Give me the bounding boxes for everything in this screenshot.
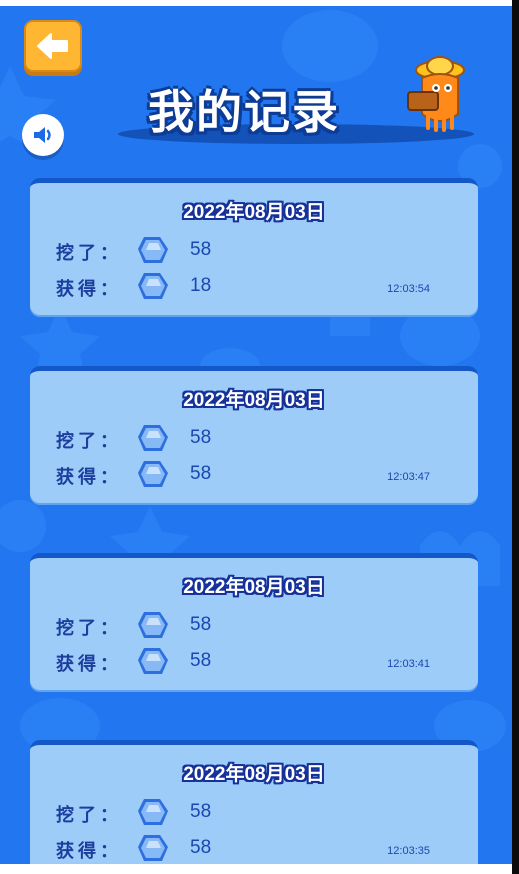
- page-header: 我的记录: [118, 56, 474, 146]
- gem-icon: [138, 648, 168, 674]
- dug-value: 58: [190, 801, 212, 822]
- dug-value: 58: [190, 614, 212, 635]
- dug-value: 58: [190, 427, 212, 448]
- earned-value: 58: [190, 837, 212, 858]
- dug-label: 挖了：: [56, 805, 122, 826]
- dug-row: 挖了： 58: [56, 421, 456, 455]
- record-card: 2022年08月03日 挖了： 58 获得： 58 12:03:35: [30, 740, 478, 864]
- dug-row: 挖了： 58: [56, 795, 456, 829]
- earned-value: 58: [190, 463, 212, 484]
- mascot-icon: [407, 56, 465, 132]
- earned-label: 获得：: [56, 654, 122, 675]
- gem-icon: [138, 461, 168, 487]
- dug-row: 挖了： 58: [56, 608, 456, 642]
- gem-icon: [138, 237, 168, 263]
- record-card: 2022年08月03日 挖了： 58 获得： 58 12:03:47: [30, 366, 478, 503]
- sound-toggle-button[interactable]: [22, 114, 64, 156]
- back-button[interactable]: [24, 20, 82, 72]
- dug-value: 58: [190, 239, 212, 260]
- gem-icon: [138, 835, 168, 861]
- gem-icon: [138, 612, 168, 638]
- record-card: 2022年08月03日 挖了： 58 获得： 58 12:03:41: [30, 553, 478, 690]
- record-time: 12:03:41: [387, 658, 430, 670]
- record-time: 12:03:35: [387, 845, 430, 857]
- record-date: 2022年08月03日: [183, 390, 325, 411]
- record-date: 2022年08月03日: [183, 764, 325, 785]
- dug-label: 挖了：: [56, 431, 122, 452]
- right-edge-bar: [512, 0, 519, 874]
- earned-label: 获得：: [56, 467, 122, 488]
- earned-value: 18: [190, 275, 212, 296]
- earned-label: 获得：: [56, 279, 122, 300]
- record-time: 12:03:54: [387, 283, 430, 295]
- arrow-left-icon: [37, 33, 68, 59]
- dug-label: 挖了：: [56, 618, 122, 639]
- gem-icon: [138, 425, 168, 451]
- page-title: 我的记录: [148, 85, 340, 139]
- earned-value: 58: [190, 650, 212, 671]
- bottom-strip: [0, 864, 512, 874]
- gem-icon: [138, 799, 168, 825]
- earned-label: 获得：: [56, 841, 122, 862]
- record-card: 2022年08月03日 挖了： 58 获得： 18 12:03:54: [30, 178, 478, 315]
- record-date: 2022年08月03日: [183, 202, 325, 223]
- records-screen[interactable]: 我的记录 2022年08月03日 挖了： 58 获得： 18 12:03:54: [0, 6, 512, 864]
- record-time: 12:03:47: [387, 471, 430, 483]
- gem-icon: [138, 273, 168, 299]
- dug-label: 挖了：: [56, 243, 122, 264]
- record-date: 2022年08月03日: [183, 577, 325, 598]
- dug-row: 挖了： 58: [56, 233, 456, 267]
- speaker-icon: [34, 127, 51, 143]
